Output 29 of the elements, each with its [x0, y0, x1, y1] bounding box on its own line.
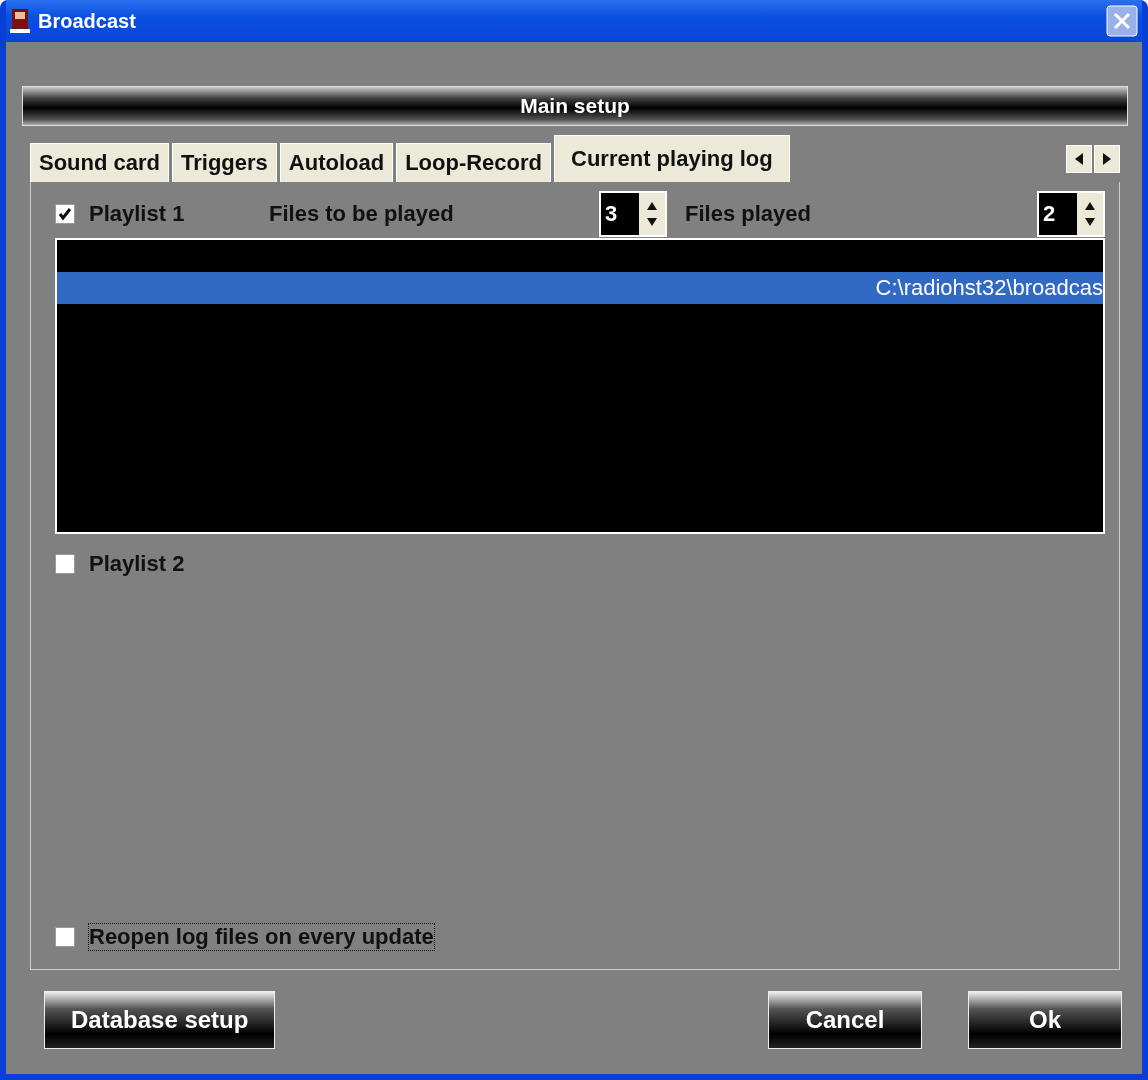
checkmark-icon	[58, 207, 72, 221]
checkbox-label: Playlist 2	[89, 551, 185, 577]
number-spinner[interactable]: 3	[599, 191, 667, 237]
checkbox[interactable]	[55, 927, 75, 947]
log-row[interactable]: C:\radiohst32\broadcas	[57, 272, 1103, 304]
tab[interactable]: Autoload	[279, 143, 394, 182]
checkbox-label: Reopen log files on every update	[89, 924, 434, 950]
app-icon	[10, 8, 30, 34]
checkbox[interactable]	[55, 204, 75, 224]
field-label: Files played	[685, 201, 812, 227]
tab[interactable]: Current playing log	[554, 135, 790, 182]
tab[interactable]: Sound card	[30, 143, 169, 182]
database-setup-button[interactable]: Database setup	[44, 991, 276, 1049]
checkbox-label: Playlist 1	[89, 201, 186, 227]
number-spinner[interactable]: 2	[1037, 191, 1105, 237]
checkbox[interactable]	[55, 554, 75, 574]
field-label: Files to be played	[269, 201, 455, 227]
scroll-left-button[interactable]	[1066, 145, 1092, 173]
ok-button[interactable]: Ok	[968, 991, 1122, 1049]
scroll-right-button[interactable]	[1094, 145, 1120, 173]
left-arrow-icon	[1075, 153, 1083, 165]
window-title: Broadcast	[38, 9, 137, 33]
tab[interactable]: Loop-Record	[396, 143, 552, 182]
close-icon[interactable]	[1106, 5, 1138, 37]
tab[interactable]: Triggers	[172, 143, 277, 182]
cancel-button[interactable]: Cancel	[768, 991, 922, 1049]
right-arrow-icon	[1103, 153, 1111, 165]
log-list[interactable]: C:\radiohst32\broadcas	[55, 238, 1105, 534]
section-header: Main setup	[22, 86, 1128, 126]
